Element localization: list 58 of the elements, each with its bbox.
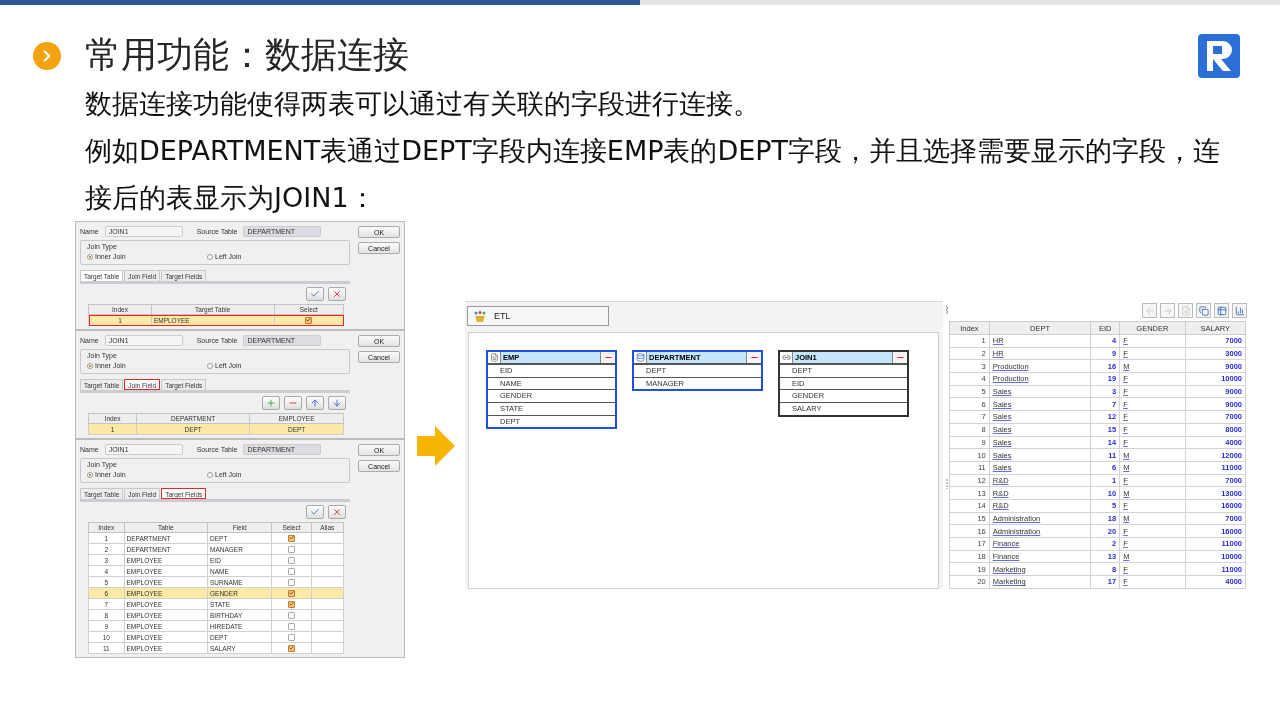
check-all-button[interactable]: [306, 505, 324, 519]
radio-button[interactable]: [87, 362, 93, 369]
checkbox[interactable]: [287, 534, 295, 542]
check-icon: [310, 289, 320, 299]
arrow-left-icon: [1144, 305, 1155, 316]
bar-chart-icon: [1234, 305, 1245, 316]
checkbox[interactable]: [287, 600, 295, 608]
etl-tab[interactable]: ETL: [467, 306, 609, 326]
checkbox[interactable]: [287, 545, 295, 553]
chart-button[interactable]: [1232, 303, 1247, 318]
body-text: 例如DEPARTMENT表通过DEPT字段内连接EMP表的DEPT字段，并且选择需要显示的字段，连接后的表显示为JOIN1：: [85, 134, 1222, 215]
preview-icon: [1180, 305, 1191, 316]
file-icon: [489, 353, 499, 362]
checkbox[interactable]: [287, 589, 295, 597]
basket-icon: [474, 310, 486, 322]
chevron-bullet-icon: [33, 41, 61, 70]
check-all-button[interactable]: [306, 287, 324, 301]
checkbox[interactable]: [287, 633, 295, 641]
checkbox[interactable]: [287, 578, 295, 586]
table-icon: [1216, 305, 1227, 316]
splitter-handle-icon[interactable]: [945, 305, 949, 315]
add-button[interactable]: [262, 396, 280, 410]
clear-button[interactable]: [328, 287, 346, 301]
database-icon: [635, 353, 645, 362]
up-button[interactable]: [306, 396, 324, 410]
checkbox[interactable]: [287, 622, 295, 630]
export-button[interactable]: [1214, 303, 1229, 318]
clear-button[interactable]: [328, 505, 346, 519]
checkbox[interactable]: [287, 567, 295, 575]
copy-icon: [1198, 305, 1209, 316]
slide-title: 常用功能：数据连接: [85, 33, 409, 77]
close-icon: [332, 507, 342, 517]
arrow-right-icon: [415, 426, 455, 466]
arrow-right-icon: [1162, 305, 1173, 316]
remove-button[interactable]: [284, 396, 302, 410]
remove-button[interactable]: [893, 352, 907, 363]
check-icon: [310, 507, 320, 517]
logo-icon: [1198, 33, 1240, 78]
copy-button[interactable]: [1196, 303, 1211, 318]
down-button[interactable]: [328, 396, 346, 410]
checkbox[interactable]: [287, 556, 295, 564]
checkbox[interactable]: [287, 644, 295, 652]
close-icon: [332, 289, 342, 299]
radio-button[interactable]: [87, 471, 93, 478]
body-text: 数据连接功能使得两表可以通过有关联的字段进行连接。: [85, 87, 761, 121]
remove-button[interactable]: [747, 352, 761, 363]
radio-button[interactable]: [207, 253, 213, 260]
checkbox[interactable]: [287, 611, 295, 619]
remove-button[interactable]: [601, 352, 615, 363]
arrow-down-icon: [332, 398, 342, 408]
plus-icon: [266, 398, 276, 408]
radio-button[interactable]: [207, 471, 213, 478]
link-icon: [781, 353, 791, 362]
radio-button[interactable]: [207, 362, 213, 369]
checkbox[interactable]: [305, 316, 313, 324]
arrow-up-icon: [310, 398, 320, 408]
radio-button[interactable]: [87, 253, 93, 260]
splitter-handle-icon[interactable]: [945, 479, 949, 489]
